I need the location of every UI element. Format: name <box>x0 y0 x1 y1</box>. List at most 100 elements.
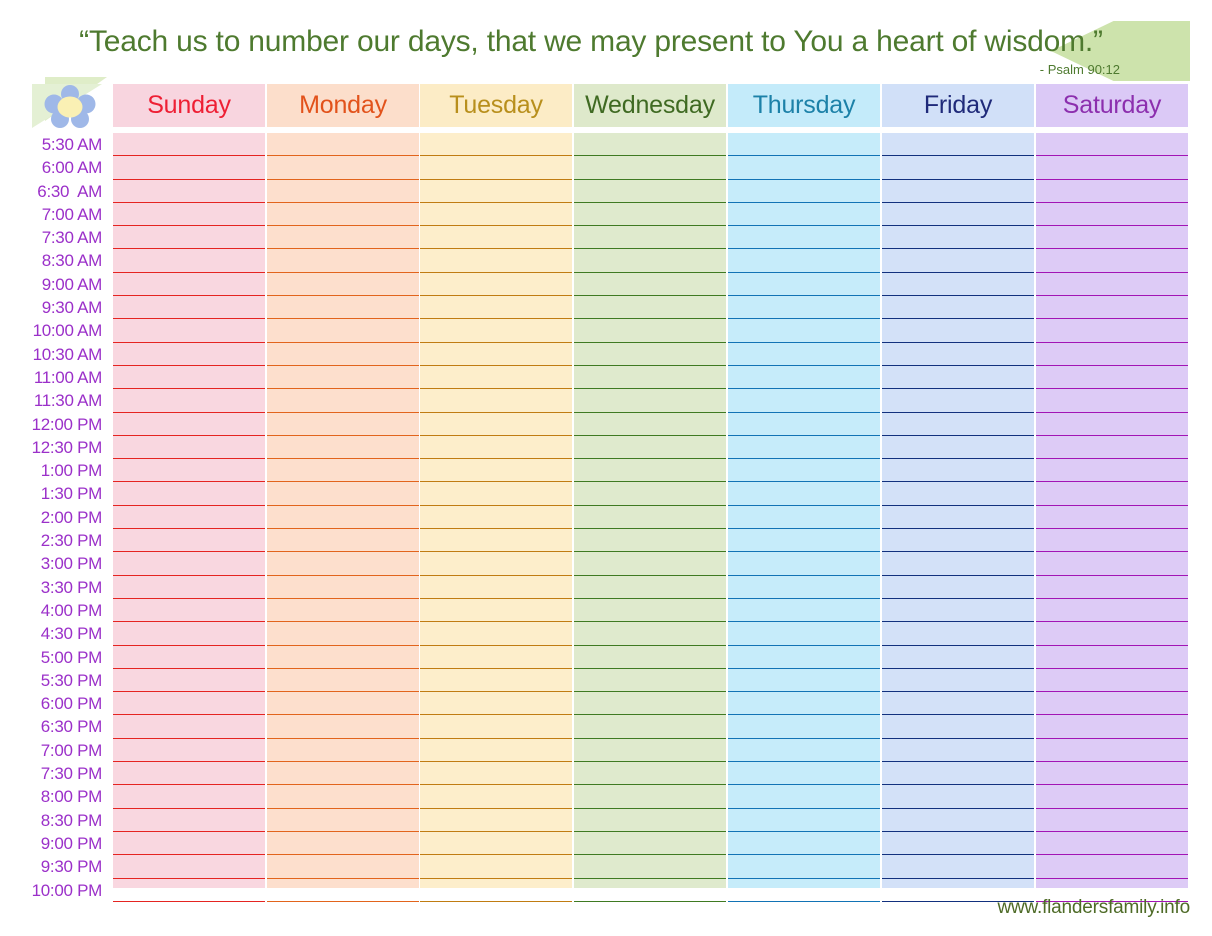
schedule-slot[interactable] <box>882 389 1034 413</box>
schedule-slot[interactable] <box>574 156 726 180</box>
schedule-slot[interactable] <box>728 622 880 646</box>
schedule-slot[interactable] <box>882 785 1034 809</box>
schedule-slot[interactable] <box>267 879 419 902</box>
day-header-thursday[interactable]: Thursday <box>728 84 880 127</box>
day-header-tuesday[interactable]: Tuesday <box>420 84 572 127</box>
schedule-slot[interactable] <box>1036 622 1188 646</box>
schedule-slot[interactable] <box>267 739 419 763</box>
schedule-slot[interactable] <box>1036 785 1188 809</box>
schedule-slot[interactable] <box>574 762 726 786</box>
schedule-slot[interactable] <box>267 669 419 693</box>
schedule-slot[interactable] <box>1036 366 1188 390</box>
schedule-slot[interactable] <box>420 669 572 693</box>
schedule-slot[interactable] <box>113 879 265 902</box>
schedule-slot[interactable] <box>420 203 572 227</box>
schedule-slot[interactable] <box>420 133 572 157</box>
schedule-slot[interactable] <box>728 482 880 506</box>
schedule-slot[interactable] <box>420 296 572 320</box>
schedule-slot[interactable] <box>420 739 572 763</box>
schedule-slot[interactable] <box>113 203 265 227</box>
schedule-slot[interactable] <box>1036 552 1188 576</box>
schedule-slot[interactable] <box>882 180 1034 203</box>
schedule-slot[interactable] <box>728 506 880 530</box>
schedule-slot[interactable] <box>420 809 572 832</box>
schedule-slot[interactable] <box>728 180 880 203</box>
schedule-slot[interactable] <box>113 389 265 413</box>
schedule-slot[interactable] <box>882 506 1034 530</box>
schedule-slot[interactable] <box>267 715 419 739</box>
schedule-slot[interactable] <box>113 436 265 460</box>
schedule-slot[interactable] <box>420 762 572 786</box>
schedule-slot[interactable] <box>728 599 880 623</box>
schedule-slot[interactable] <box>267 809 419 832</box>
schedule-slot[interactable] <box>728 389 880 413</box>
schedule-slot[interactable] <box>728 715 880 739</box>
schedule-slot[interactable] <box>1036 599 1188 623</box>
schedule-slot[interactable] <box>113 552 265 576</box>
schedule-slot[interactable] <box>113 319 265 343</box>
schedule-slot[interactable] <box>267 832 419 856</box>
schedule-slot[interactable] <box>574 879 726 902</box>
schedule-slot[interactable] <box>420 599 572 623</box>
schedule-slot[interactable] <box>420 226 572 250</box>
schedule-slot[interactable] <box>267 482 419 506</box>
schedule-slot[interactable] <box>113 809 265 832</box>
schedule-slot[interactable] <box>113 739 265 763</box>
schedule-slot[interactable] <box>574 622 726 646</box>
schedule-slot[interactable] <box>420 832 572 856</box>
schedule-slot[interactable] <box>574 296 726 320</box>
schedule-slot[interactable] <box>882 809 1034 832</box>
schedule-slot[interactable] <box>113 762 265 786</box>
schedule-slot[interactable] <box>1036 692 1188 716</box>
schedule-slot[interactable] <box>728 343 880 366</box>
schedule-slot[interactable] <box>267 366 419 390</box>
schedule-slot[interactable] <box>728 809 880 832</box>
schedule-slot[interactable] <box>882 552 1034 576</box>
schedule-slot[interactable] <box>1036 646 1188 669</box>
schedule-slot[interactable] <box>420 552 572 576</box>
schedule-slot[interactable] <box>882 226 1034 250</box>
schedule-slot[interactable] <box>113 249 265 273</box>
schedule-slot[interactable] <box>113 366 265 390</box>
schedule-slot[interactable] <box>267 180 419 203</box>
schedule-slot[interactable] <box>113 506 265 530</box>
schedule-slot[interactable] <box>420 622 572 646</box>
schedule-slot[interactable] <box>574 739 726 763</box>
schedule-slot[interactable] <box>113 296 265 320</box>
schedule-slot[interactable] <box>728 529 880 553</box>
schedule-slot[interactable] <box>113 529 265 553</box>
schedule-slot[interactable] <box>267 599 419 623</box>
schedule-slot[interactable] <box>574 273 726 297</box>
schedule-slot[interactable] <box>728 156 880 180</box>
schedule-slot[interactable] <box>882 529 1034 553</box>
schedule-slot[interactable] <box>728 459 880 483</box>
schedule-slot[interactable] <box>267 413 419 436</box>
schedule-slot[interactable] <box>267 133 419 157</box>
schedule-slot[interactable] <box>1036 389 1188 413</box>
schedule-slot[interactable] <box>113 646 265 669</box>
schedule-slot[interactable] <box>574 249 726 273</box>
schedule-slot[interactable] <box>267 436 419 460</box>
schedule-slot[interactable] <box>420 273 572 297</box>
schedule-slot[interactable] <box>420 413 572 436</box>
schedule-slot[interactable] <box>574 180 726 203</box>
schedule-slot[interactable] <box>882 669 1034 693</box>
schedule-slot[interactable] <box>728 692 880 716</box>
schedule-slot[interactable] <box>267 855 419 879</box>
schedule-slot[interactable] <box>574 576 726 599</box>
schedule-slot[interactable] <box>882 436 1034 460</box>
schedule-slot[interactable] <box>267 576 419 599</box>
schedule-slot[interactable] <box>1036 156 1188 180</box>
schedule-slot[interactable] <box>574 552 726 576</box>
schedule-slot[interactable] <box>574 855 726 879</box>
schedule-slot[interactable] <box>882 599 1034 623</box>
schedule-slot[interactable] <box>882 762 1034 786</box>
schedule-slot[interactable] <box>420 459 572 483</box>
schedule-slot[interactable] <box>882 319 1034 343</box>
schedule-slot[interactable] <box>1036 762 1188 786</box>
schedule-slot[interactable] <box>574 203 726 227</box>
schedule-slot[interactable] <box>882 482 1034 506</box>
schedule-slot[interactable] <box>574 482 726 506</box>
schedule-slot[interactable] <box>420 576 572 599</box>
schedule-slot[interactable] <box>882 296 1034 320</box>
